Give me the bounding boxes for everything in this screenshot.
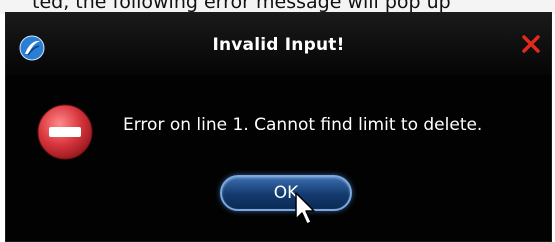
error-message: Error on line 1. Cannot find limit to de… xyxy=(123,115,483,135)
ok-button[interactable]: OK xyxy=(220,175,352,211)
dialog-title: Invalid Input! xyxy=(212,35,345,55)
dialog-titlebar: Invalid Input! xyxy=(6,13,551,75)
error-dialog: Invalid Input! Error on line 1. Cannot f… xyxy=(5,12,552,242)
close-icon[interactable] xyxy=(519,32,543,56)
error-icon xyxy=(37,104,93,160)
ok-button-label: OK xyxy=(273,183,299,203)
